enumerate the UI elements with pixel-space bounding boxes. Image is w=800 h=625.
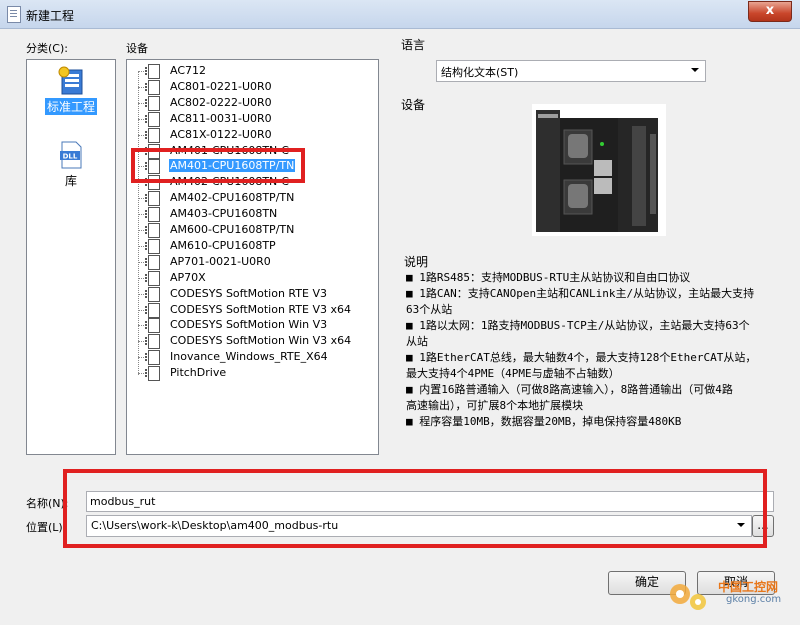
device-label: AC802-0222-U0R0 bbox=[170, 95, 272, 109]
device-label: AM402-CPU1608TP/TN bbox=[170, 191, 295, 205]
device-label: AM600-CPU1608TP/TN bbox=[170, 223, 295, 236]
device-icon bbox=[145, 95, 160, 111]
highlight-box-name-location bbox=[63, 469, 767, 548]
device-icon bbox=[145, 318, 160, 334]
language-label: 语言 bbox=[401, 38, 426, 52]
language-value: 结构化文本(ST) bbox=[441, 66, 519, 79]
device-icon bbox=[145, 238, 160, 254]
device-label: CODESYS SoftMotion RTE V3 x64 bbox=[170, 302, 351, 316]
device-icon bbox=[145, 270, 160, 286]
device-icon bbox=[145, 302, 160, 318]
svg-text:DLL: DLL bbox=[63, 153, 78, 161]
description-line: 最大支持4个4PME（4PME与虚轴不占轴数） bbox=[406, 367, 620, 380]
device-label: CODESYS SoftMotion RTE V3 bbox=[170, 286, 327, 300]
watermark-title: 中国工控网 bbox=[718, 580, 779, 594]
description-line: ■ 1路EtherCAT总线，最大轴数4个，最大支持128个EtherCAT从站… bbox=[406, 351, 757, 364]
device-label: AP70X bbox=[170, 270, 206, 284]
device-label: CODESYS SoftMotion Win V3 x64 bbox=[170, 334, 352, 348]
document-icon bbox=[7, 6, 21, 23]
title-bar: 新建工程 x bbox=[0, 0, 800, 29]
location-label: 位置(L): bbox=[26, 521, 67, 534]
device-label: AP701-0021-U0R0 bbox=[170, 254, 271, 268]
description-line: ■ 程序容量10MB，数据容量20MB，掉电保持容量480KB bbox=[406, 415, 682, 428]
description-line: 63个从站 bbox=[406, 303, 453, 316]
plc-device-image bbox=[532, 104, 666, 236]
window-title: 新建工程 bbox=[26, 9, 75, 23]
device-label: PitchDrive bbox=[170, 366, 227, 380]
device-preview-label: 设备 bbox=[401, 98, 426, 112]
category-label: 标准工程 bbox=[44, 98, 97, 115]
device-icon bbox=[145, 79, 160, 95]
description-line: 从站 bbox=[406, 335, 428, 348]
device-label: AC801-0221-U0R0 bbox=[170, 79, 272, 93]
device-icon bbox=[145, 111, 160, 127]
device-label: Inovance_Windows_RTE_X64 bbox=[170, 350, 328, 364]
device-icon bbox=[145, 286, 160, 302]
gear-icon bbox=[670, 584, 706, 610]
device-icon bbox=[145, 207, 160, 223]
watermark: 中国工控网 gkong.com bbox=[666, 572, 796, 618]
chevron-down-icon bbox=[691, 68, 699, 72]
tree-connector bbox=[138, 71, 139, 375]
language-dropdown[interactable]: 结构化文本(ST) bbox=[436, 60, 706, 82]
categories-label: 分类(C): bbox=[26, 42, 68, 55]
device-icon bbox=[145, 64, 160, 79]
device-icon bbox=[145, 366, 160, 382]
device-icon bbox=[145, 334, 160, 350]
device-label: AM610-CPU1608TP bbox=[170, 238, 276, 252]
devices-label: 设备 bbox=[126, 42, 148, 55]
description-line: ■ 1路以太网：1路支持MODBUS-TCP主/从站协议，主站最大支持63个 bbox=[406, 319, 750, 332]
watermark-url: gkong.com bbox=[726, 594, 782, 605]
project-icon bbox=[58, 66, 83, 95]
device-icon bbox=[145, 223, 160, 238]
description-line: ■ 1路RS485：支持MODBUS-RTU主从站协议和自由口协议 bbox=[406, 271, 691, 284]
description-line: ■ 内置16路普通输入（可做8路高速输入），8路普通输出（可做4路 bbox=[406, 383, 733, 396]
description-label: 说明 bbox=[404, 255, 429, 269]
close-button[interactable]: x bbox=[748, 1, 792, 22]
description-line: 高速输出），可扩展8个本地扩展模块 bbox=[406, 399, 584, 412]
description-line: ■ 1路CAN：支持CANOpen主站和CANLink主/从站协议，主站最大支持 bbox=[406, 287, 755, 300]
category-standard-project[interactable]: 标准工程 bbox=[33, 66, 109, 115]
category-label: 库 bbox=[64, 174, 77, 188]
device-label: AM403-CPU1608TN bbox=[170, 207, 278, 221]
device-icon bbox=[145, 127, 160, 143]
device-icon bbox=[145, 350, 160, 366]
highlight-box-device bbox=[131, 148, 305, 183]
close-icon: x bbox=[765, 3, 775, 18]
device-label: CODESYS SoftMotion Win V3 bbox=[170, 318, 328, 332]
device-label: AC712 bbox=[170, 64, 207, 77]
category-library[interactable]: DLL 库 bbox=[33, 140, 109, 189]
device-label: AC811-0031-U0R0 bbox=[170, 111, 272, 125]
categories-list[interactable]: 标准工程 DLL 库 bbox=[26, 59, 116, 455]
device-icon bbox=[145, 191, 160, 207]
device-label: AC81X-0122-U0R0 bbox=[170, 127, 272, 141]
device-icon bbox=[145, 254, 160, 270]
dll-library-icon: DLL bbox=[60, 141, 82, 169]
